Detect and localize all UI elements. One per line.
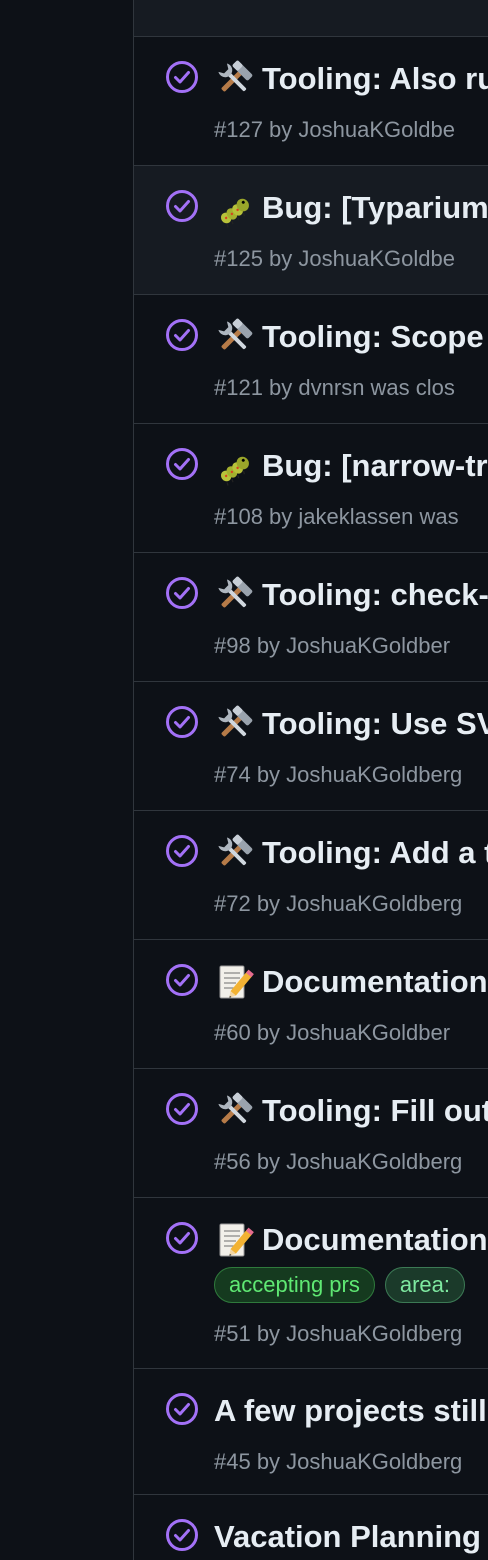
issue-meta: #127 by JoshuaKGoldbe: [214, 117, 455, 142]
hammer-and-wrench-icon: [214, 575, 254, 615]
issue-title[interactable]: Tooling: check-: [262, 575, 488, 615]
issue-closed-completed-icon: [165, 1221, 199, 1255]
issue-meta: #121 by dvnrsn was clos: [214, 375, 455, 400]
issue-row[interactable]: A few projects still #45 by JoshuaKGoldbe…: [134, 1369, 488, 1495]
issue-meta: #45 by JoshuaKGoldberg: [214, 1449, 463, 1474]
issue-closed-completed-icon: [165, 189, 199, 223]
issue-closed-completed-icon: [165, 705, 199, 739]
issue-title[interactable]: Tooling: Add a t: [262, 833, 488, 873]
hammer-and-wrench-icon: [214, 833, 254, 873]
issue-closed-completed-icon: [165, 576, 199, 610]
hammer-and-wrench-icon: [214, 317, 254, 357]
issue-label[interactable]: accepting prs: [214, 1267, 375, 1303]
issue-title-link[interactable]: Vacation Planning: [214, 1517, 481, 1557]
issue-labels: accepting prs area:: [214, 1267, 466, 1303]
issue-title-link[interactable]: Documentation: [214, 1220, 488, 1260]
issue-title-link[interactable]: Documentation: [214, 962, 488, 1002]
issue-title[interactable]: Tooling: Scope: [262, 317, 484, 357]
issue-row[interactable]: Documentation accepting prs area: #51 by Jo…: [134, 1198, 488, 1369]
issue-title-link[interactable]: Tooling: Also ru: [214, 59, 488, 99]
issue-row[interactable]: Bug: [narrow-tr #108 by jakeklassen was: [134, 424, 488, 553]
issue-title-link[interactable]: Tooling: Use SV: [214, 704, 488, 744]
issue-title-link[interactable]: Tooling: Scope: [214, 317, 484, 357]
issue-title-link[interactable]: Bug: [Typarium: [214, 188, 488, 228]
left-gutter: [0, 0, 133, 1560]
issue-closed-completed-icon: [165, 447, 199, 481]
issue-row[interactable]: Tooling: Fill out #56 by JoshuaKGoldberg: [134, 1069, 488, 1198]
issue-row[interactable]: Bug: [Typarium #125 by JoshuaKGoldbe: [134, 166, 488, 295]
issue-title[interactable]: Documentation: [262, 962, 488, 1002]
issue-row[interactable]: Tooling: Also ru #127 by JoshuaKGoldbe: [134, 37, 488, 166]
issue-closed-completed-icon: [165, 1092, 199, 1126]
issue-row[interactable]: Tooling: Add a t #72 by JoshuaKGoldberg: [134, 811, 488, 940]
issue-title[interactable]: Vacation Planning: [214, 1517, 481, 1557]
issue-title[interactable]: Bug: [Typarium: [262, 188, 488, 228]
issue-label[interactable]: area:: [384, 1267, 466, 1303]
issue-closed-completed-icon: [165, 1518, 199, 1552]
issue-title[interactable]: Documentation: [262, 1220, 488, 1260]
issues-list-header: [134, 0, 488, 37]
issue-title[interactable]: A few projects still: [214, 1391, 487, 1431]
issue-meta: #72 by JoshuaKGoldberg: [214, 891, 463, 916]
issue-title-link[interactable]: A few projects still: [214, 1391, 487, 1431]
issue-row[interactable]: Documentation #60 by JoshuaKGoldber: [134, 940, 488, 1069]
issue-row[interactable]: Vacation Planning: [134, 1495, 488, 1560]
issue-meta: #125 by JoshuaKGoldbe: [214, 246, 455, 271]
issue-title[interactable]: Bug: [narrow-tr: [262, 446, 488, 486]
issue-meta: #60 by JoshuaKGoldber: [214, 1020, 451, 1045]
hammer-and-wrench-icon: [214, 1091, 254, 1131]
issue-closed-completed-icon: [165, 318, 199, 352]
bug-icon: [214, 446, 254, 486]
issue-title-link[interactable]: Tooling: Fill out: [214, 1091, 488, 1131]
hammer-and-wrench-icon: [214, 59, 254, 99]
issue-closed-completed-icon: [165, 834, 199, 868]
issue-title[interactable]: Tooling: Fill out: [262, 1091, 488, 1131]
issue-title-link[interactable]: Bug: [narrow-tr: [214, 446, 488, 486]
issue-row[interactable]: Tooling: Scope #121 by dvnrsn was clos: [134, 295, 488, 424]
bug-icon: [214, 188, 254, 228]
issue-row[interactable]: Tooling: Use SV #74 by JoshuaKGoldberg: [134, 682, 488, 811]
memo-icon: [214, 962, 254, 1002]
issue-meta: #98 by JoshuaKGoldber: [214, 633, 451, 658]
issues-list: Tooling: Also ru #127 by JoshuaKGoldbe Bug…: [133, 0, 488, 1560]
issue-title-link[interactable]: Tooling: check-: [214, 575, 488, 615]
issue-title[interactable]: Tooling: Use SV: [262, 704, 488, 744]
issue-title-link[interactable]: Tooling: Add a t: [214, 833, 488, 873]
issue-row[interactable]: Tooling: check- #98 by JoshuaKGoldber: [134, 553, 488, 682]
issue-closed-completed-icon: [165, 963, 199, 997]
issue-meta: #108 by jakeklassen was: [214, 504, 459, 529]
issue-meta: #74 by JoshuaKGoldberg: [214, 762, 463, 787]
issue-title[interactable]: Tooling: Also ru: [262, 59, 488, 99]
issue-closed-completed-icon: [165, 1392, 199, 1426]
memo-icon: [214, 1220, 254, 1260]
issue-closed-completed-icon: [165, 60, 199, 94]
issue-meta: #51 by JoshuaKGoldberg: [214, 1321, 463, 1346]
hammer-and-wrench-icon: [214, 704, 254, 744]
issue-meta: #56 by JoshuaKGoldberg: [214, 1149, 463, 1174]
